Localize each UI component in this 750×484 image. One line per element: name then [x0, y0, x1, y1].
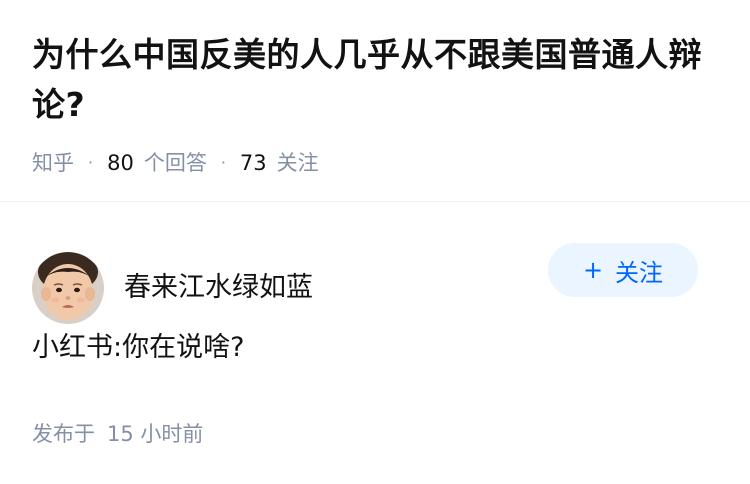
publish-time-value: 15 小时前: [107, 422, 204, 446]
question-meta: 知乎 · 80 个回答 · 73 关注: [32, 148, 718, 178]
avatar[interactable]: [32, 252, 104, 324]
question-header: 为什么中国反美的人几乎从不跟美国普通人辩论? 知乎 · 80 个回答 · 73 …: [0, 0, 750, 202]
follow-count: 73: [239, 151, 267, 175]
answer-count-label[interactable]: 个回答: [144, 148, 207, 178]
source-label[interactable]: 知乎: [32, 148, 74, 178]
author-name[interactable]: 春来江水绿如蓝: [124, 270, 313, 306]
answer-count: 80: [107, 151, 134, 175]
separator-dot: ·: [220, 153, 226, 172]
author-row: 春来江水绿如蓝 + 关注: [32, 234, 718, 342]
separator-dot: ·: [88, 153, 94, 172]
publish-prefix: 发布于: [32, 422, 95, 446]
answer-card: 春来江水绿如蓝 + 关注 小红书:你在说啥?: [0, 234, 750, 368]
plus-icon: +: [582, 256, 604, 284]
follow-button[interactable]: + 关注: [548, 243, 698, 297]
zhihu-page: 为什么中国反美的人几乎从不跟美国普通人辩论? 知乎 · 80 个回答 · 73 …: [0, 0, 750, 484]
publish-time: 发布于 15 小时前: [32, 419, 203, 449]
follow-count-label[interactable]: 关注: [277, 148, 319, 178]
child-avatar-image: [32, 252, 104, 324]
question-title[interactable]: 为什么中国反美的人几乎从不跟美国普通人辩论?: [32, 30, 718, 130]
follow-button-label: 关注: [615, 258, 664, 287]
